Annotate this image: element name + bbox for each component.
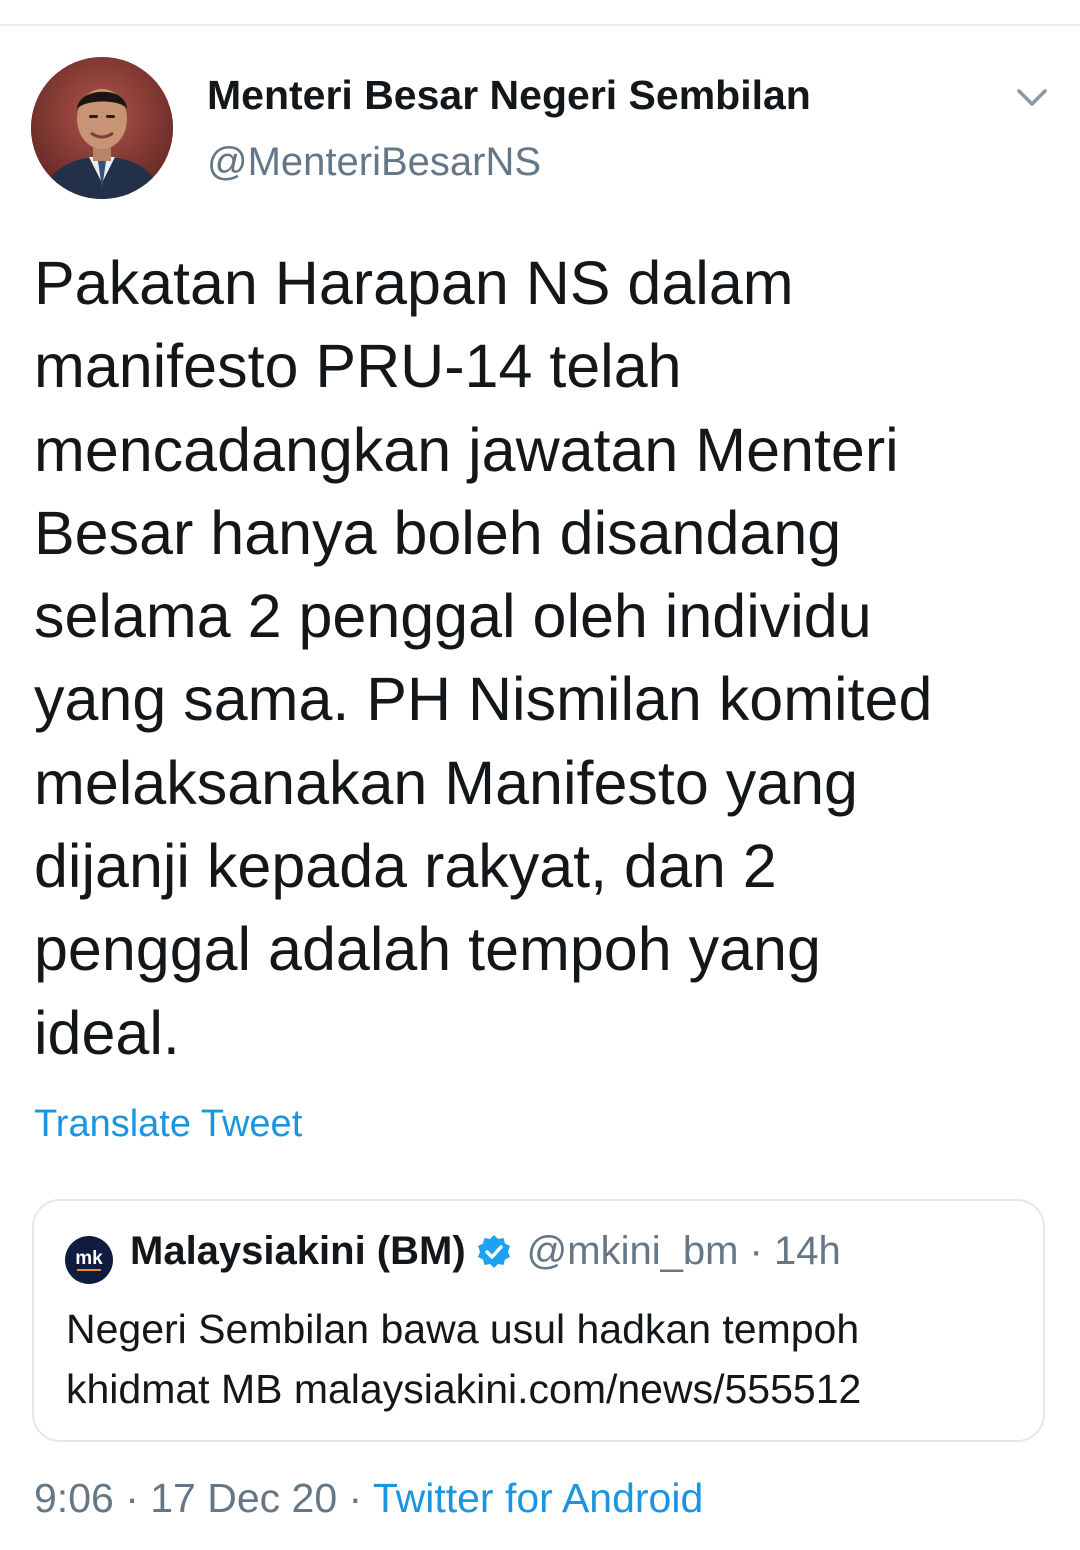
translate-tweet-link[interactable]: Translate Tweet <box>34 1103 302 1146</box>
quoted-handle-time: @mkini_bm · 14h <box>526 1229 841 1273</box>
tweet-timestamp: 9:06 · 17 Dec 20 · <box>34 1475 373 1521</box>
tweet-text: Pakatan Harapan NS dalam manifesto PRU-1… <box>34 249 933 1067</box>
quoted-tweet-header: Malaysiakini (BM) @mkini_bm · 14h <box>130 1229 841 1274</box>
author-handle[interactable]: @MenteriBesarNS <box>207 140 541 185</box>
author-display-name[interactable]: Menteri Besar Negeri Sembilan <box>207 72 811 119</box>
author-avatar[interactable] <box>31 57 173 199</box>
svg-text:mk: mk <box>75 1248 103 1269</box>
chevron-down-icon[interactable] <box>1010 80 1054 116</box>
malaysiakini-logo-icon: mk <box>65 1236 113 1284</box>
tweet-meta: 9:06 · 17 Dec 20 · Twitter for Android <box>34 1475 703 1522</box>
verified-badge-icon <box>475 1233 513 1271</box>
quoted-tweet-text: Negeri Sembilan bawa usul hadkan tempoh … <box>66 1306 862 1412</box>
quoted-tweet-card[interactable]: mk Malaysiakini (BM) @mkini_bm · 14h Neg… <box>32 1199 1045 1442</box>
top-divider <box>0 24 1080 26</box>
tweet-source-link[interactable]: Twitter for Android <box>373 1475 703 1521</box>
quoted-display-name: Malaysiakini (BM) <box>130 1229 466 1273</box>
